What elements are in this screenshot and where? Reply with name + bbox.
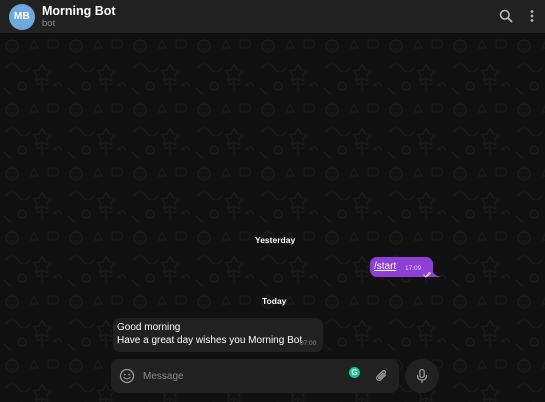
date-separator-today: Today	[262, 296, 287, 306]
incoming-message[interactable]: Good morning Have a great day wishes you…	[113, 318, 323, 352]
message-text-line: Good morning	[117, 322, 181, 333]
microphone-icon[interactable]	[405, 359, 439, 393]
bubble-tail	[431, 267, 441, 277]
message-time: 07:00	[300, 340, 317, 347]
bot-command-link[interactable]: /start	[374, 261, 396, 272]
message-input[interactable]	[143, 367, 339, 385]
chat-window: MB Morning Bot bot Yesterday /start 17:0…	[0, 0, 545, 402]
grammarly-icon[interactable]: G	[349, 367, 360, 378]
outgoing-message[interactable]: /start 17:09	[370, 257, 433, 278]
chat-subtitle: bot	[42, 18, 56, 29]
message-composer[interactable]: G	[111, 359, 399, 393]
more-vertical-icon[interactable]	[524, 8, 540, 24]
smile-icon[interactable]	[119, 368, 135, 384]
chat-header[interactable]: MB Morning Bot bot	[0, 0, 545, 34]
search-icon[interactable]	[498, 8, 514, 24]
avatar[interactable]: MB	[9, 4, 35, 30]
chat-title: Morning Bot	[42, 4, 116, 18]
date-separator-yesterday: Yesterday	[255, 235, 296, 245]
paperclip-icon[interactable]	[374, 368, 390, 384]
message-time: 17:09	[405, 265, 422, 272]
message-text-line: Have a great day wishes you Morning Bot	[117, 335, 303, 346]
